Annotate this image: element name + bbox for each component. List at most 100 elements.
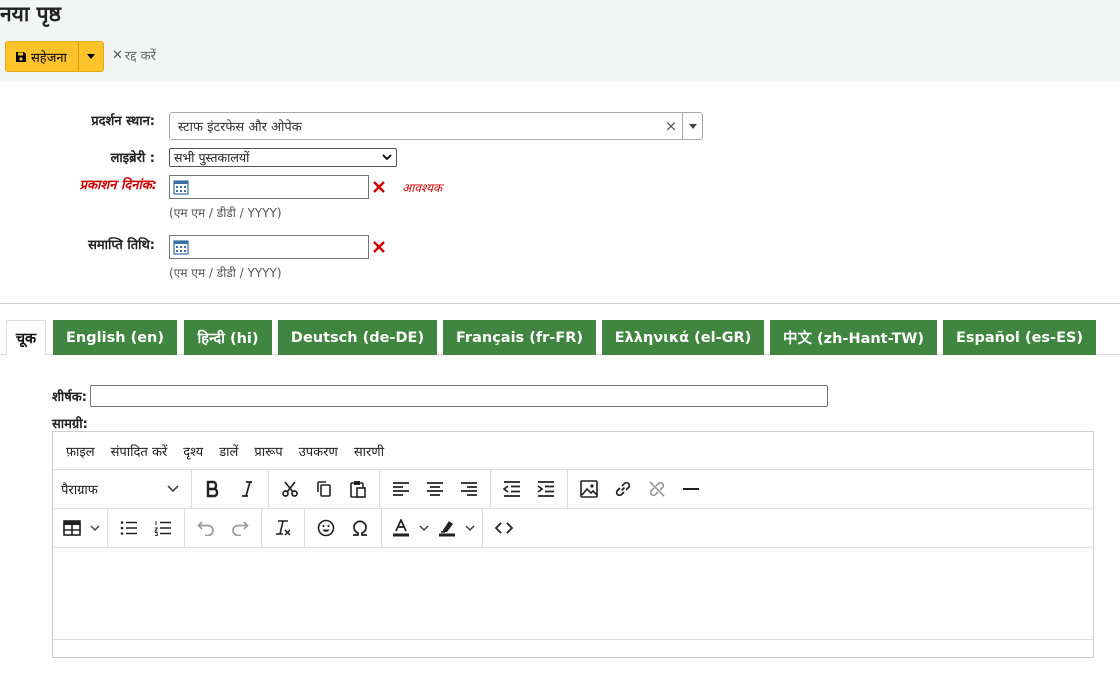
insert-link-button[interactable]	[606, 474, 640, 504]
editor-toolbar-row-1: पैराग्राफ	[53, 470, 1093, 509]
bold-button[interactable]	[196, 474, 230, 504]
expiry-date-input[interactable]	[169, 235, 369, 259]
clear-formatting-button[interactable]	[266, 513, 300, 543]
clear-formatting-icon	[276, 520, 291, 536]
page-header: नया पृष्ठ सहेजना ✕ रद्द करें	[0, 0, 1120, 82]
library-select[interactable]: सभी पुस्तकालयों	[169, 148, 397, 167]
close-icon: ✕	[112, 47, 123, 63]
paste-button[interactable]	[341, 474, 375, 504]
clear-selection-icon[interactable]: ×	[660, 117, 682, 135]
indent-button[interactable]	[529, 474, 563, 504]
scissors-icon	[282, 481, 298, 497]
block-format-select[interactable]: पैराग्राफ	[53, 474, 187, 504]
special-character-button[interactable]	[343, 513, 377, 543]
undo-button[interactable]	[189, 513, 223, 543]
italic-button[interactable]	[230, 474, 264, 504]
emoticons-button[interactable]	[309, 513, 343, 543]
text-color-button[interactable]	[386, 513, 432, 543]
copy-icon	[317, 481, 331, 497]
title-label: शीर्षक:	[52, 390, 87, 405]
display-location-label: प्रदर्शन स्थान:	[91, 114, 155, 129]
calendar-icon[interactable]	[173, 179, 189, 195]
caret-down-icon	[87, 54, 95, 59]
editor-menubar: फ़ाइल संपादित करें दृश्य डालें प्रारूप उ…	[53, 432, 1093, 470]
align-center-button[interactable]	[418, 474, 452, 504]
link-icon	[615, 481, 631, 497]
align-right-button[interactable]	[452, 474, 486, 504]
remove-link-button[interactable]	[640, 474, 674, 504]
menu-tools[interactable]: उपकरण	[291, 442, 346, 460]
rich-text-editor: फ़ाइल संपादित करें दृश्य डालें प्रारूप उ…	[52, 431, 1094, 658]
tab-hi[interactable]: हिन्दी (hi)	[184, 320, 272, 355]
tab-en[interactable]: English (en)	[53, 320, 177, 355]
text-color-icon	[393, 519, 409, 537]
outdent-button[interactable]	[495, 474, 529, 504]
align-left-button[interactable]	[384, 474, 418, 504]
chevron-down-icon[interactable]	[682, 113, 702, 139]
menu-file[interactable]: फ़ाइल	[58, 442, 103, 460]
tab-de-de[interactable]: Deutsch (de-DE)	[278, 320, 437, 355]
expiry-date-label: समाप्ति तिथि:	[88, 238, 155, 253]
chevron-down-icon	[382, 154, 392, 161]
bullet-list-button[interactable]	[112, 513, 146, 543]
section-divider	[0, 303, 1120, 304]
clear-date-icon[interactable]	[372, 240, 386, 254]
chevron-down-icon	[167, 485, 179, 493]
menu-format[interactable]: प्रारूप	[246, 442, 290, 460]
numbered-list-icon	[154, 521, 171, 536]
display-location-value: स्टाफ इंटरफेस और ओपेक	[178, 120, 302, 135]
insert-image-button[interactable]	[572, 474, 606, 504]
bullet-list-icon	[120, 521, 137, 535]
tab-fr-fr[interactable]: Français (fr-FR)	[443, 320, 596, 355]
menu-view[interactable]: दृश्य	[175, 442, 211, 460]
editor-statusbar	[53, 639, 1093, 657]
unlink-icon	[649, 481, 665, 497]
cancel-link[interactable]: ✕ रद्द करें	[112, 46, 156, 65]
table-icon	[63, 520, 81, 536]
background-color-button[interactable]	[432, 513, 478, 543]
calendar-icon[interactable]	[173, 239, 189, 255]
save-options-dropdown[interactable]	[79, 42, 103, 71]
menu-edit[interactable]: संपादित करें	[103, 442, 176, 460]
code-icon	[495, 522, 513, 534]
title-input[interactable]	[90, 385, 828, 407]
save-button-group: सहेजना	[5, 41, 104, 72]
library-value: सभी पुस्तकालयों	[174, 150, 250, 165]
outdent-icon	[503, 481, 520, 497]
save-button[interactable]: सहेजना	[6, 42, 79, 71]
tab-el-gr[interactable]: Ελληνικά (el-GR)	[602, 320, 764, 355]
horizontal-rule-icon	[683, 488, 699, 490]
highlighter-icon	[439, 521, 455, 537]
menu-insert[interactable]: डालें	[211, 442, 246, 460]
tab-zh-hant-tw[interactable]: 中文 (zh-Hant-TW)	[770, 320, 937, 355]
cancel-label: रद्द करें	[124, 49, 156, 64]
display-location-select[interactable]: स्टाफ इंटरफेस और ओपेक ×	[169, 112, 703, 140]
emoji-icon	[317, 519, 335, 537]
redo-button[interactable]	[223, 513, 257, 543]
publish-date-input[interactable]	[169, 175, 369, 199]
save-icon	[16, 51, 26, 62]
required-note: आवश्यक	[402, 181, 443, 195]
align-center-icon	[427, 482, 443, 496]
undo-icon	[197, 521, 214, 536]
menu-table[interactable]: सारणी	[346, 442, 392, 460]
table-button[interactable]	[57, 513, 103, 543]
source-code-button[interactable]	[487, 513, 521, 543]
horizontal-rule-button[interactable]	[674, 474, 708, 504]
numbered-list-button[interactable]	[146, 513, 180, 543]
indent-icon	[537, 481, 554, 497]
tab-default[interactable]: चूक	[6, 320, 46, 355]
content-label: सामग्री:	[52, 417, 88, 432]
publish-date-label: प्रकाशन दिनांक:	[79, 178, 157, 193]
clear-date-icon[interactable]	[372, 180, 386, 194]
bold-icon	[206, 480, 219, 498]
cut-button[interactable]	[273, 474, 307, 504]
chevron-down-icon	[90, 524, 100, 531]
editor-content-area[interactable]	[53, 548, 1093, 640]
image-icon	[580, 480, 598, 498]
redo-icon	[232, 521, 249, 536]
omega-icon	[353, 520, 367, 536]
tab-es-es[interactable]: Español (es-ES)	[943, 320, 1096, 355]
copy-button[interactable]	[307, 474, 341, 504]
library-label: लाइब्रेरी :	[110, 151, 155, 166]
